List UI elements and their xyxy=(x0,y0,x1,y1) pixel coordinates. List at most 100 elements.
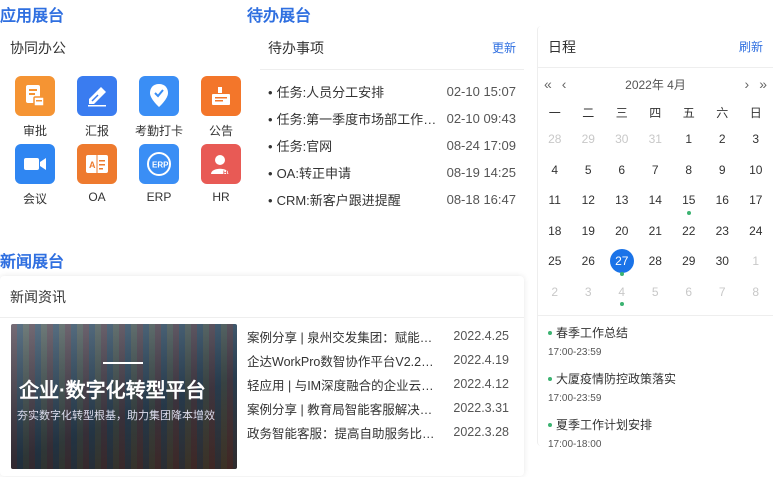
event-title: 大厦疫情防控政策落实 xyxy=(556,372,677,386)
schedule-refresh-button[interactable]: 刷新 xyxy=(739,38,763,55)
calendar-day[interactable]: 7 xyxy=(639,155,673,186)
todo-update-button[interactable]: 更新 xyxy=(492,39,516,56)
day-number: 21 xyxy=(648,223,662,238)
news-banner[interactable]: 企业·数字化转型平台 夯实数字化转型根基，助力集团降本增效 xyxy=(11,324,237,469)
calendar-day[interactable]: 2 xyxy=(706,124,740,155)
news-item[interactable]: 企达WorkPro数智协作平台V2.2版本发布 2022.4.19 xyxy=(247,348,509,372)
calendar-day[interactable]: 1 xyxy=(672,124,706,155)
calendar-day[interactable]: 12 xyxy=(572,185,606,216)
news-text: 政务智能客服：提高自助服务比例与效率 xyxy=(247,426,443,441)
news-item[interactable]: 政务智能客服：提高自助服务比例与效率 2022.3.28 xyxy=(247,420,509,444)
calendar-day[interactable]: 25 xyxy=(538,246,572,277)
day-number: 15 xyxy=(682,193,696,208)
app-report[interactable]: 汇报 xyxy=(66,76,128,138)
day-number: 8 xyxy=(752,284,760,299)
app-attendance[interactable]: 考勤打卡 xyxy=(128,76,190,138)
news-text: 案例分享 | 教育局智能客服解决方案实践 xyxy=(247,402,443,417)
app-label: OA xyxy=(88,190,106,204)
todo-item[interactable]: 任务:第一季度市场部工作计划 02-10 09:43 xyxy=(268,105,516,132)
news-item[interactable]: 轻应用 | 与IM深度融合的企业云盘应用 2022.4.12 xyxy=(247,372,509,396)
calendar-day[interactable]: 29 xyxy=(672,246,706,277)
app-oa[interactable]: A OA xyxy=(66,144,128,206)
app-hr[interactable]: HR HR xyxy=(190,144,252,206)
calendar-day[interactable]: 29 xyxy=(572,124,606,155)
calendar-day[interactable]: 30 xyxy=(706,246,740,277)
app-label: 公告 xyxy=(208,124,233,138)
event-title: 夏季工作计划安排 xyxy=(556,418,653,432)
calendar-day[interactable]: 8 xyxy=(739,277,773,308)
calendar-day-selected[interactable]: 27 xyxy=(605,246,639,277)
calendar-day[interactable]: 23 xyxy=(706,216,740,247)
calendar-day[interactable]: 11 xyxy=(538,185,572,216)
calendar-day[interactable]: 15 xyxy=(672,185,706,216)
app-label: ERP xyxy=(146,190,172,204)
prev-month-icon[interactable]: ‹ xyxy=(562,76,567,92)
event-item[interactable]: 夏季工作计划安排 17:00-18:00 xyxy=(548,416,763,450)
day-number: 6 xyxy=(685,284,693,299)
todo-item[interactable]: 任务:人员分工安排 02-10 15:07 xyxy=(268,78,516,105)
app-erp[interactable]: ERP ERP xyxy=(128,144,190,206)
weekday-label: 四 xyxy=(649,105,662,120)
app-approval[interactable]: 审批 xyxy=(4,76,66,138)
next-year-icon[interactable]: » xyxy=(759,76,767,92)
news-item[interactable]: 案例分享 | 泉州交发集团：赋能大型国企 2022.4.25 xyxy=(247,324,509,348)
calendar-day[interactable]: 8 xyxy=(672,155,706,186)
calendar-day[interactable]: 1 xyxy=(739,246,773,277)
calendar-day[interactable]: 20 xyxy=(605,216,639,247)
calendar-day[interactable]: 4 xyxy=(538,155,572,186)
calendar-day[interactable]: 28 xyxy=(538,124,572,155)
calendar-day[interactable]: 14 xyxy=(639,185,673,216)
event-time: 17:00-23:59 xyxy=(548,393,602,404)
schedule-panel-header: 日程 刷新 xyxy=(538,26,773,68)
calendar-day[interactable]: 31 xyxy=(639,124,673,155)
calendar-day[interactable]: 6 xyxy=(605,155,639,186)
apps-panel-header: 协同办公 xyxy=(0,26,250,70)
day-number: 28 xyxy=(548,132,562,147)
weekday-label: 六 xyxy=(716,105,729,120)
calendar-day[interactable]: 9 xyxy=(706,155,740,186)
apps-section-title: 应用展台 xyxy=(0,8,65,25)
erp-shield-icon: ERP xyxy=(139,144,179,184)
app-meeting[interactable]: 会议 xyxy=(4,144,66,206)
calendar-day[interactable]: 26 xyxy=(572,246,606,277)
calendar-day[interactable]: 3 xyxy=(739,124,773,155)
calendar-day[interactable]: 3 xyxy=(572,277,606,308)
calendar-day[interactable]: 5 xyxy=(572,155,606,186)
calendar-day[interactable]: 13 xyxy=(605,185,639,216)
calendar-day[interactable]: 4 xyxy=(605,277,639,308)
weekday-label: 日 xyxy=(749,105,762,120)
day-number: 2 xyxy=(551,284,559,299)
event-time: 17:00-18:00 xyxy=(548,439,602,450)
next-month-icon[interactable]: › xyxy=(745,76,750,92)
event-item[interactable]: 春季工作总结 17:00-23:59 xyxy=(548,324,763,358)
calendar-month-label: 2022年 4月 xyxy=(625,77,686,92)
calendar-day[interactable]: 16 xyxy=(706,185,740,216)
calendar-day[interactable]: 2 xyxy=(538,277,572,308)
news-panel-header: 新闻资讯 xyxy=(0,276,524,318)
todo-item[interactable]: OA:转正申请 08-19 14:25 xyxy=(268,159,516,186)
todo-panel-header: 待办事项 更新 xyxy=(260,26,524,70)
approval-icon xyxy=(15,76,55,116)
event-item[interactable]: 大厦疫情防控政策落实 17:00-23:59 xyxy=(548,370,763,404)
calendar-day[interactable]: 24 xyxy=(739,216,773,247)
todo-item[interactable]: 任务:官网 08-24 17:09 xyxy=(268,132,516,159)
calendar-day[interactable]: 28 xyxy=(639,246,673,277)
prev-year-icon[interactable]: « xyxy=(544,76,552,92)
calendar-next-buttons: › » xyxy=(745,76,767,92)
day-number: 3 xyxy=(584,284,592,299)
calendar-day[interactable]: 17 xyxy=(739,185,773,216)
calendar-day[interactable]: 10 xyxy=(739,155,773,186)
calendar-day[interactable]: 7 xyxy=(706,277,740,308)
event-dot xyxy=(548,376,552,381)
todo-time: 08-19 14:25 xyxy=(446,165,516,180)
calendar-day[interactable]: 22 xyxy=(672,216,706,247)
calendar-day[interactable]: 6 xyxy=(672,277,706,308)
calendar-day[interactable]: 19 xyxy=(572,216,606,247)
calendar-day[interactable]: 30 xyxy=(605,124,639,155)
news-item[interactable]: 案例分享 | 教育局智能客服解决方案实践 2022.3.31 xyxy=(247,396,509,420)
todo-item[interactable]: CRM:新客户跟进提醒 08-18 16:47 xyxy=(268,186,516,213)
calendar-day[interactable]: 18 xyxy=(538,216,572,247)
calendar-day[interactable]: 21 xyxy=(639,216,673,247)
calendar-day[interactable]: 5 xyxy=(639,277,673,308)
app-announcement[interactable]: 公告 xyxy=(190,76,252,138)
